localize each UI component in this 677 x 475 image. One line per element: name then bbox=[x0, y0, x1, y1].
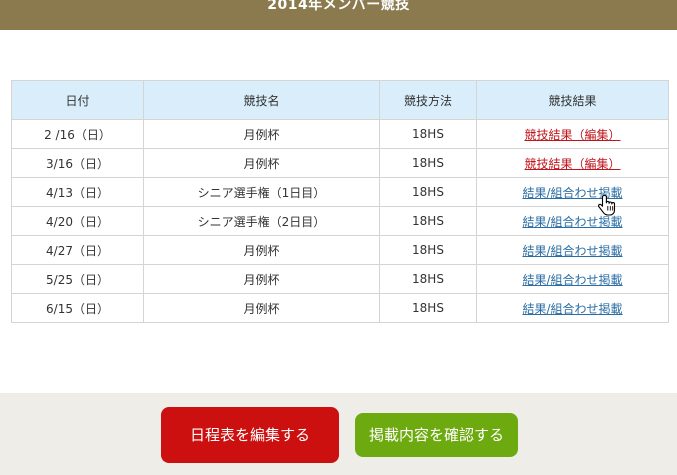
competition-table-wrapper: 日付 競技名 競技方法 競技結果 2 /16（日） 月例杯 18HS 競技結果（… bbox=[11, 80, 669, 323]
column-header-name: 競技名 bbox=[143, 80, 380, 120]
confirm-content-button[interactable]: 掲載内容を確認する bbox=[355, 413, 518, 457]
competition-table: 日付 競技名 競技方法 競技結果 2 /16（日） 月例杯 18HS 競技結果（… bbox=[11, 80, 669, 323]
result-cell: 競技結果（編集） bbox=[476, 148, 669, 178]
result-cell: 結果/組合わせ掲載 bbox=[476, 264, 669, 294]
competition-name-cell: シニア選手権（1日目） bbox=[143, 177, 380, 207]
table-row: 5/25（日） 月例杯 18HS 結果/組合わせ掲載 bbox=[11, 264, 669, 294]
date-cell: 4/13（日） bbox=[11, 177, 144, 207]
method-cell: 18HS bbox=[379, 235, 477, 265]
competition-name-cell: 月例杯 bbox=[143, 148, 380, 178]
table-row: 3/16（日） 月例杯 18HS 競技結果（編集） bbox=[11, 148, 669, 178]
date-cell: 4/20（日） bbox=[11, 206, 144, 236]
table-header-row: 日付 競技名 競技方法 競技結果 bbox=[11, 80, 669, 120]
date-cell: 2 /16（日） bbox=[11, 119, 144, 149]
result-cell: 結果/組合わせ掲載 bbox=[476, 293, 669, 323]
date-cell: 4/27（日） bbox=[11, 235, 144, 265]
column-header-method: 競技方法 bbox=[379, 80, 477, 120]
competition-name-cell: 月例杯 bbox=[143, 119, 380, 149]
method-cell: 18HS bbox=[379, 206, 477, 236]
result-cell: 結果/組合わせ掲載 bbox=[476, 206, 669, 236]
published-result-link[interactable]: 結果/組合わせ掲載 bbox=[522, 273, 622, 287]
edit-result-link[interactable]: 競技結果（編集） bbox=[524, 157, 620, 171]
method-cell: 18HS bbox=[379, 293, 477, 323]
page-header: 2014年メンバー競技 bbox=[0, 0, 677, 30]
method-cell: 18HS bbox=[379, 119, 477, 149]
method-cell: 18HS bbox=[379, 264, 477, 294]
table-row: 6/15（日） 月例杯 18HS 結果/組合わせ掲載 bbox=[11, 293, 669, 323]
method-cell: 18HS bbox=[379, 148, 477, 178]
date-cell: 5/25（日） bbox=[11, 264, 144, 294]
date-cell: 3/16（日） bbox=[11, 148, 144, 178]
published-result-link[interactable]: 結果/組合わせ掲載 bbox=[522, 244, 622, 258]
table-row: 4/27（日） 月例杯 18HS 結果/組合わせ掲載 bbox=[11, 235, 669, 265]
page-title: 2014年メンバー競技 bbox=[267, 0, 410, 13]
method-cell: 18HS bbox=[379, 177, 477, 207]
table-row: 4/20（日） シニア選手権（2日目） 18HS 結果/組合わせ掲載 bbox=[11, 206, 669, 236]
result-cell: 結果/組合わせ掲載 bbox=[476, 177, 669, 207]
published-result-link[interactable]: 結果/組合わせ掲載 bbox=[522, 302, 622, 316]
competition-name-cell: 月例杯 bbox=[143, 235, 380, 265]
edit-schedule-button[interactable]: 日程表を編集する bbox=[161, 407, 339, 463]
table-row: 4/13（日） シニア選手権（1日目） 18HS 結果/組合わせ掲載 bbox=[11, 177, 669, 207]
result-cell: 競技結果（編集） bbox=[476, 119, 669, 149]
hand-pointer-icon bbox=[598, 194, 616, 216]
column-header-result: 競技結果 bbox=[476, 80, 669, 120]
column-header-date: 日付 bbox=[11, 80, 144, 120]
competition-name-cell: 月例杯 bbox=[143, 293, 380, 323]
table-row: 2 /16（日） 月例杯 18HS 競技結果（編集） bbox=[11, 119, 669, 149]
competition-name-cell: 月例杯 bbox=[143, 264, 380, 294]
result-cell: 結果/組合わせ掲載 bbox=[476, 235, 669, 265]
published-result-link[interactable]: 結果/組合わせ掲載 bbox=[522, 215, 622, 229]
competition-name-cell: シニア選手権（2日目） bbox=[143, 206, 380, 236]
date-cell: 6/15（日） bbox=[11, 293, 144, 323]
edit-result-link[interactable]: 競技結果（編集） bbox=[524, 128, 620, 142]
